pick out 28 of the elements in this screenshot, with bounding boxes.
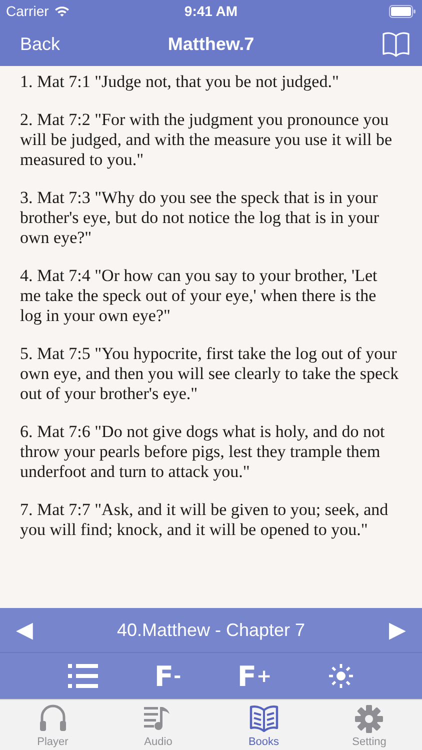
- nav-title: Matthew.7: [168, 34, 254, 54]
- open-book-icon: [382, 31, 410, 57]
- book-icon: [248, 703, 280, 735]
- next-chapter-button[interactable]: ▶: [382, 617, 412, 643]
- carrier-label: Carrier: [6, 3, 49, 19]
- book-button[interactable]: [382, 31, 410, 57]
- tab-item[interactable]: Player: [0, 700, 106, 750]
- list-icon: [68, 663, 98, 689]
- battery-icon: [389, 4, 416, 18]
- back-button[interactable]: Back: [20, 34, 60, 54]
- verse-text: 7. Mat 7:7 "Ask, and it will be given to you; seek, and you will find; knock, and it will be opened to you.": [20, 500, 390, 540]
- status-time: 9:41 AM: [184, 3, 238, 19]
- gear-icon: [353, 703, 386, 735]
- verse-text: 4. Mat 7:4 "Or how can you say to your brother, 'Let me take the speck out of your eye,' when there is the log in your own eye?": [20, 266, 378, 326]
- verse-text: 6. Mat 7:6 "Do not give dogs what is holy, and do not throw your pearls before pigs, lest they trample them underfoot and turn to attack you.": [20, 422, 386, 482]
- wifi-icon: [54, 5, 70, 17]
- tab-item[interactable]: Audio: [106, 700, 211, 750]
- chapter-title: 40.Matthew - Chapter 7: [116, 620, 306, 640]
- tab-item[interactable]: Setting: [316, 700, 422, 750]
- tab-item[interactable]: Books: [211, 700, 316, 750]
- list-button[interactable]: [68, 663, 98, 689]
- brightness-button[interactable]: [328, 663, 354, 689]
- verse-text: 2. Mat 7:2 "For with the judgment you pronounce you will be judged, and with the measure you use it will be measured to you.": [20, 110, 394, 170]
- verse-text: 5. Mat 7:5 "You hypocrite, first take the log out of your own eye, and then you will see clearly to take the speck out of your brother's eye.": [20, 344, 400, 404]
- sun-icon: [328, 663, 354, 689]
- previous-chapter-button[interactable]: ◀: [10, 617, 39, 643]
- verse-text: 1. Mat 7:1 "Judge not, that you be not judged.": [20, 72, 340, 92]
- verse-text: 3. Mat 7:3 "Why do you see the speck that is in your brother's eye, but do not notice the log that is in your own eye?": [20, 188, 380, 248]
